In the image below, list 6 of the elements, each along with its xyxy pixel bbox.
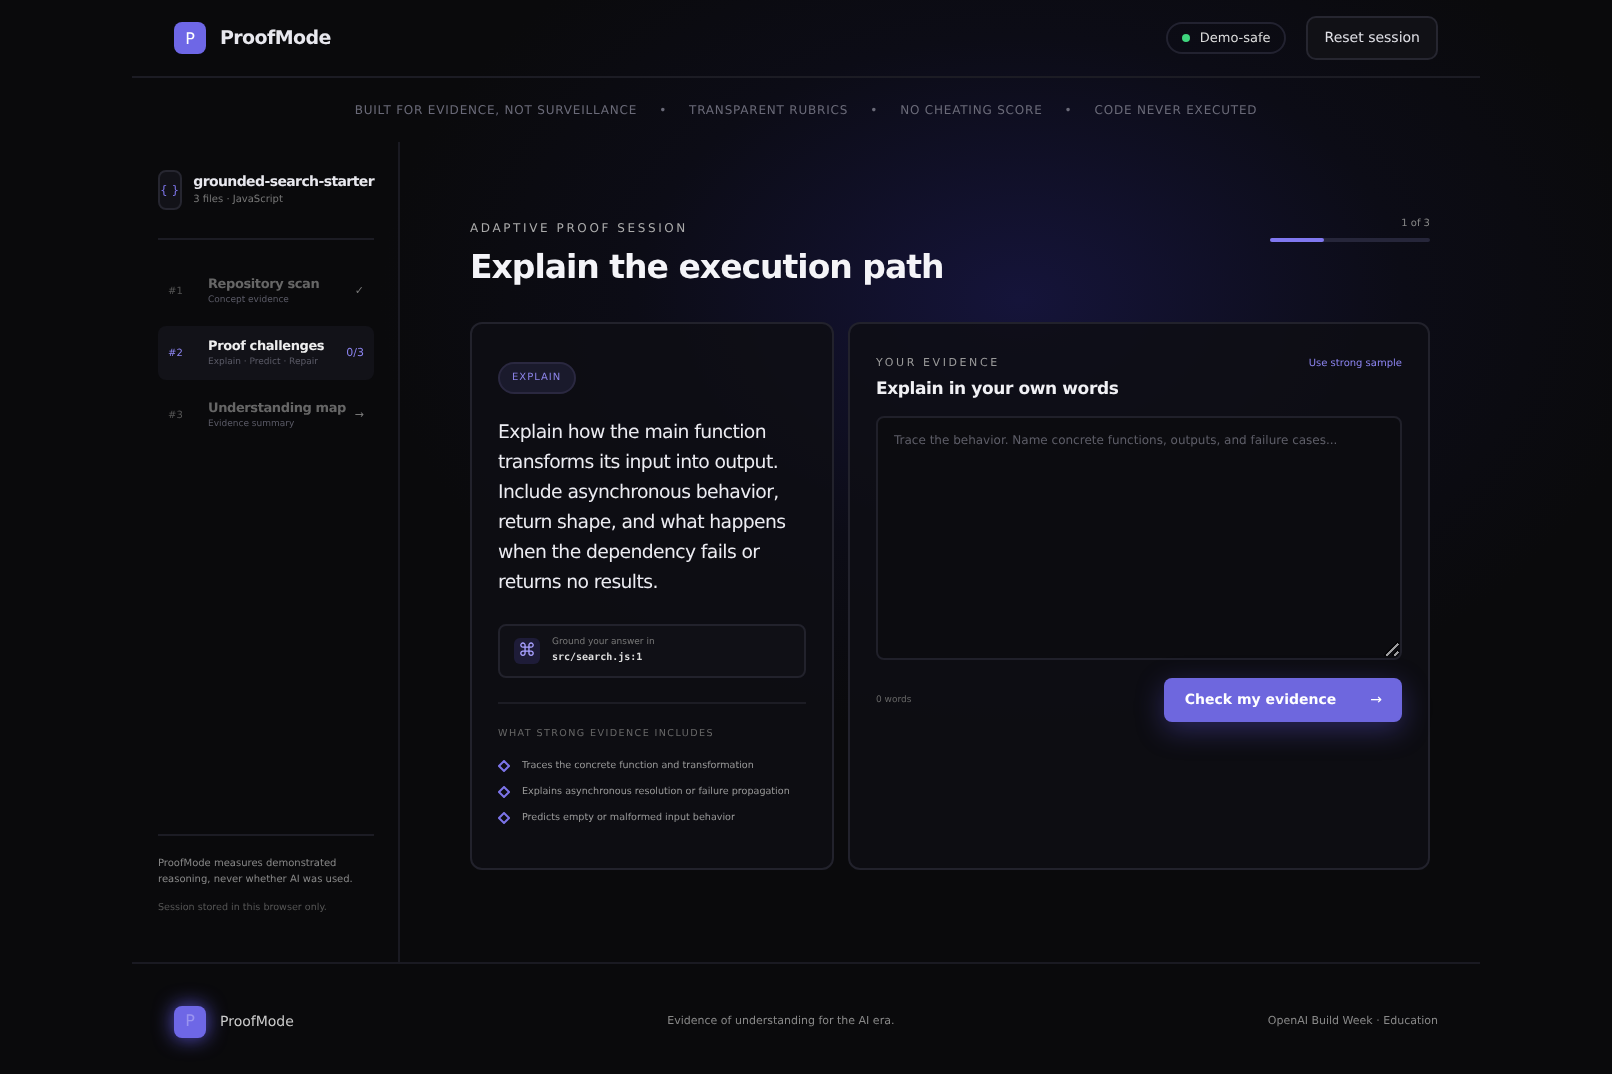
brand-name: ProofMode [220,27,331,49]
evidence-title: Explain in your own words [876,380,1121,400]
logo-icon: P [174,22,206,54]
session-title: Explain the execution path [470,248,944,286]
command-icon: ⌘ [514,638,540,664]
challenge-prompt: Explain how the main function transforms its input into output. Include asynchronous behavior, return shape, and what happens when the dependency fails or returns no results. [498,420,788,598]
